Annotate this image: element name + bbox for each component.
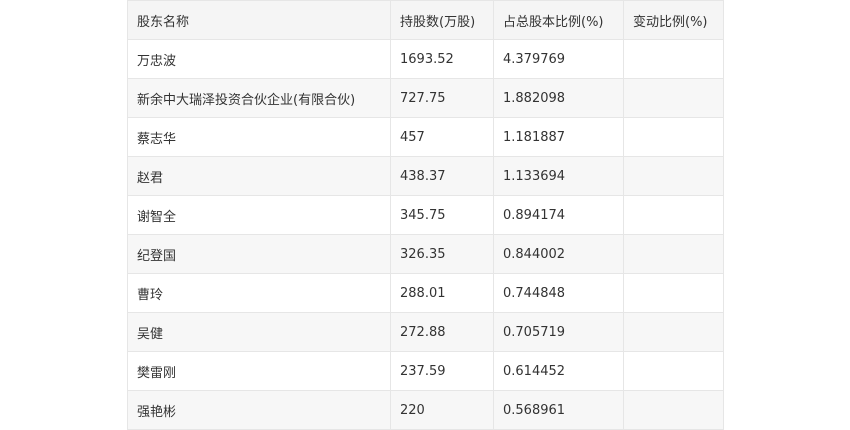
shares-cell: 727.75 [390, 78, 494, 118]
share-ratio-cell: 1.882098 [493, 78, 624, 118]
shares-cell: 220 [390, 390, 494, 430]
shareholder-name-cell: 谢智全 [127, 195, 391, 235]
shareholder-name-cell: 曹玲 [127, 273, 391, 313]
shares-cell: 272.88 [390, 312, 494, 352]
header-shareholder-name: 股东名称 [127, 0, 391, 40]
change-ratio-cell [623, 351, 724, 391]
shares-cell: 438.37 [390, 156, 494, 196]
shares-cell: 237.59 [390, 351, 494, 391]
change-ratio-cell [623, 390, 724, 430]
shareholder-name-cell: 新余中大瑞泽投资合伙企业(有限合伙) [127, 78, 391, 118]
shareholder-name-cell: 纪登国 [127, 234, 391, 274]
table-row: 曹玲 288.01 0.744848 [127, 273, 724, 313]
share-ratio-cell: 0.894174 [493, 195, 624, 235]
change-ratio-cell [623, 156, 724, 196]
change-ratio-cell [623, 78, 724, 118]
shareholder-name-cell: 樊雷刚 [127, 351, 391, 391]
shareholder-table-container: 股东名称 持股数(万股) 占总股本比例(%) 变动比例(%) 万忠波 1693.5… [127, 0, 724, 430]
shares-cell: 345.75 [390, 195, 494, 235]
share-ratio-cell: 1.133694 [493, 156, 624, 196]
shareholder-name-cell: 强艳彬 [127, 390, 391, 430]
shareholder-table: 股东名称 持股数(万股) 占总股本比例(%) 变动比例(%) 万忠波 1693.5… [127, 0, 724, 430]
table-row: 赵君 438.37 1.133694 [127, 156, 724, 196]
header-shares: 持股数(万股) [390, 0, 494, 40]
shares-cell: 457 [390, 117, 494, 157]
change-ratio-cell [623, 234, 724, 274]
change-ratio-cell [623, 312, 724, 352]
shares-cell: 288.01 [390, 273, 494, 313]
header-change-ratio: 变动比例(%) [623, 0, 724, 40]
share-ratio-cell: 4.379769 [493, 39, 624, 79]
table-row: 吴健 272.88 0.705719 [127, 312, 724, 352]
share-ratio-cell: 0.614452 [493, 351, 624, 391]
table-header-row: 股东名称 持股数(万股) 占总股本比例(%) 变动比例(%) [127, 0, 724, 40]
change-ratio-cell [623, 195, 724, 235]
change-ratio-cell [623, 273, 724, 313]
shares-cell: 1693.52 [390, 39, 494, 79]
shares-cell: 326.35 [390, 234, 494, 274]
shareholder-name-cell: 蔡志华 [127, 117, 391, 157]
shareholder-name-cell: 吴健 [127, 312, 391, 352]
share-ratio-cell: 0.744848 [493, 273, 624, 313]
table-row: 樊雷刚 237.59 0.614452 [127, 351, 724, 391]
share-ratio-cell: 1.181887 [493, 117, 624, 157]
change-ratio-cell [623, 117, 724, 157]
table-row: 强艳彬 220 0.568961 [127, 390, 724, 430]
share-ratio-cell: 0.568961 [493, 390, 624, 430]
share-ratio-cell: 0.705719 [493, 312, 624, 352]
shareholder-name-cell: 万忠波 [127, 39, 391, 79]
table-row: 蔡志华 457 1.181887 [127, 117, 724, 157]
shareholder-name-cell: 赵君 [127, 156, 391, 196]
share-ratio-cell: 0.844002 [493, 234, 624, 274]
table-row: 万忠波 1693.52 4.379769 [127, 39, 724, 79]
table-row: 新余中大瑞泽投资合伙企业(有限合伙) 727.75 1.882098 [127, 78, 724, 118]
table-row: 谢智全 345.75 0.894174 [127, 195, 724, 235]
change-ratio-cell [623, 39, 724, 79]
table-row: 纪登国 326.35 0.844002 [127, 234, 724, 274]
header-share-ratio: 占总股本比例(%) [493, 0, 624, 40]
